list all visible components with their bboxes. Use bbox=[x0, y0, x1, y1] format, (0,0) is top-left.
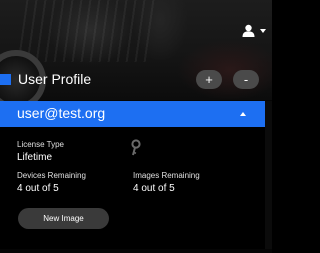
license-type-value: Lifetime bbox=[17, 152, 53, 163]
license-type-label: License Type bbox=[17, 140, 64, 149]
background-grille bbox=[17, 0, 157, 62]
devices-remaining-label: Devices Remaining bbox=[17, 171, 86, 180]
section-accent-marker bbox=[0, 74, 11, 85]
add-account-button[interactable]: + bbox=[196, 70, 222, 89]
section-header: User Profile + - bbox=[0, 70, 272, 90]
account-header[interactable]: user@test.org bbox=[0, 101, 265, 127]
user-menu-button[interactable] bbox=[242, 24, 266, 37]
caret-up-icon bbox=[240, 112, 246, 116]
key-icon bbox=[131, 139, 141, 156]
images-remaining-value: 4 out of 5 bbox=[133, 183, 175, 194]
images-remaining-label: Images Remaining bbox=[133, 171, 200, 180]
profile-window: User Profile + - user@test.org License T… bbox=[0, 0, 272, 253]
remove-account-button[interactable]: - bbox=[233, 70, 259, 89]
caret-down-icon bbox=[260, 28, 266, 33]
devices-remaining-value: 4 out of 5 bbox=[17, 183, 59, 194]
section-title: User Profile bbox=[18, 71, 92, 87]
scrollbar-track[interactable] bbox=[265, 101, 272, 249]
new-image-button[interactable]: New Image bbox=[18, 208, 109, 229]
user-icon bbox=[242, 24, 255, 37]
account-email: user@test.org bbox=[17, 105, 106, 121]
account-panel: user@test.org License Type Lifetime Devi… bbox=[0, 101, 265, 249]
